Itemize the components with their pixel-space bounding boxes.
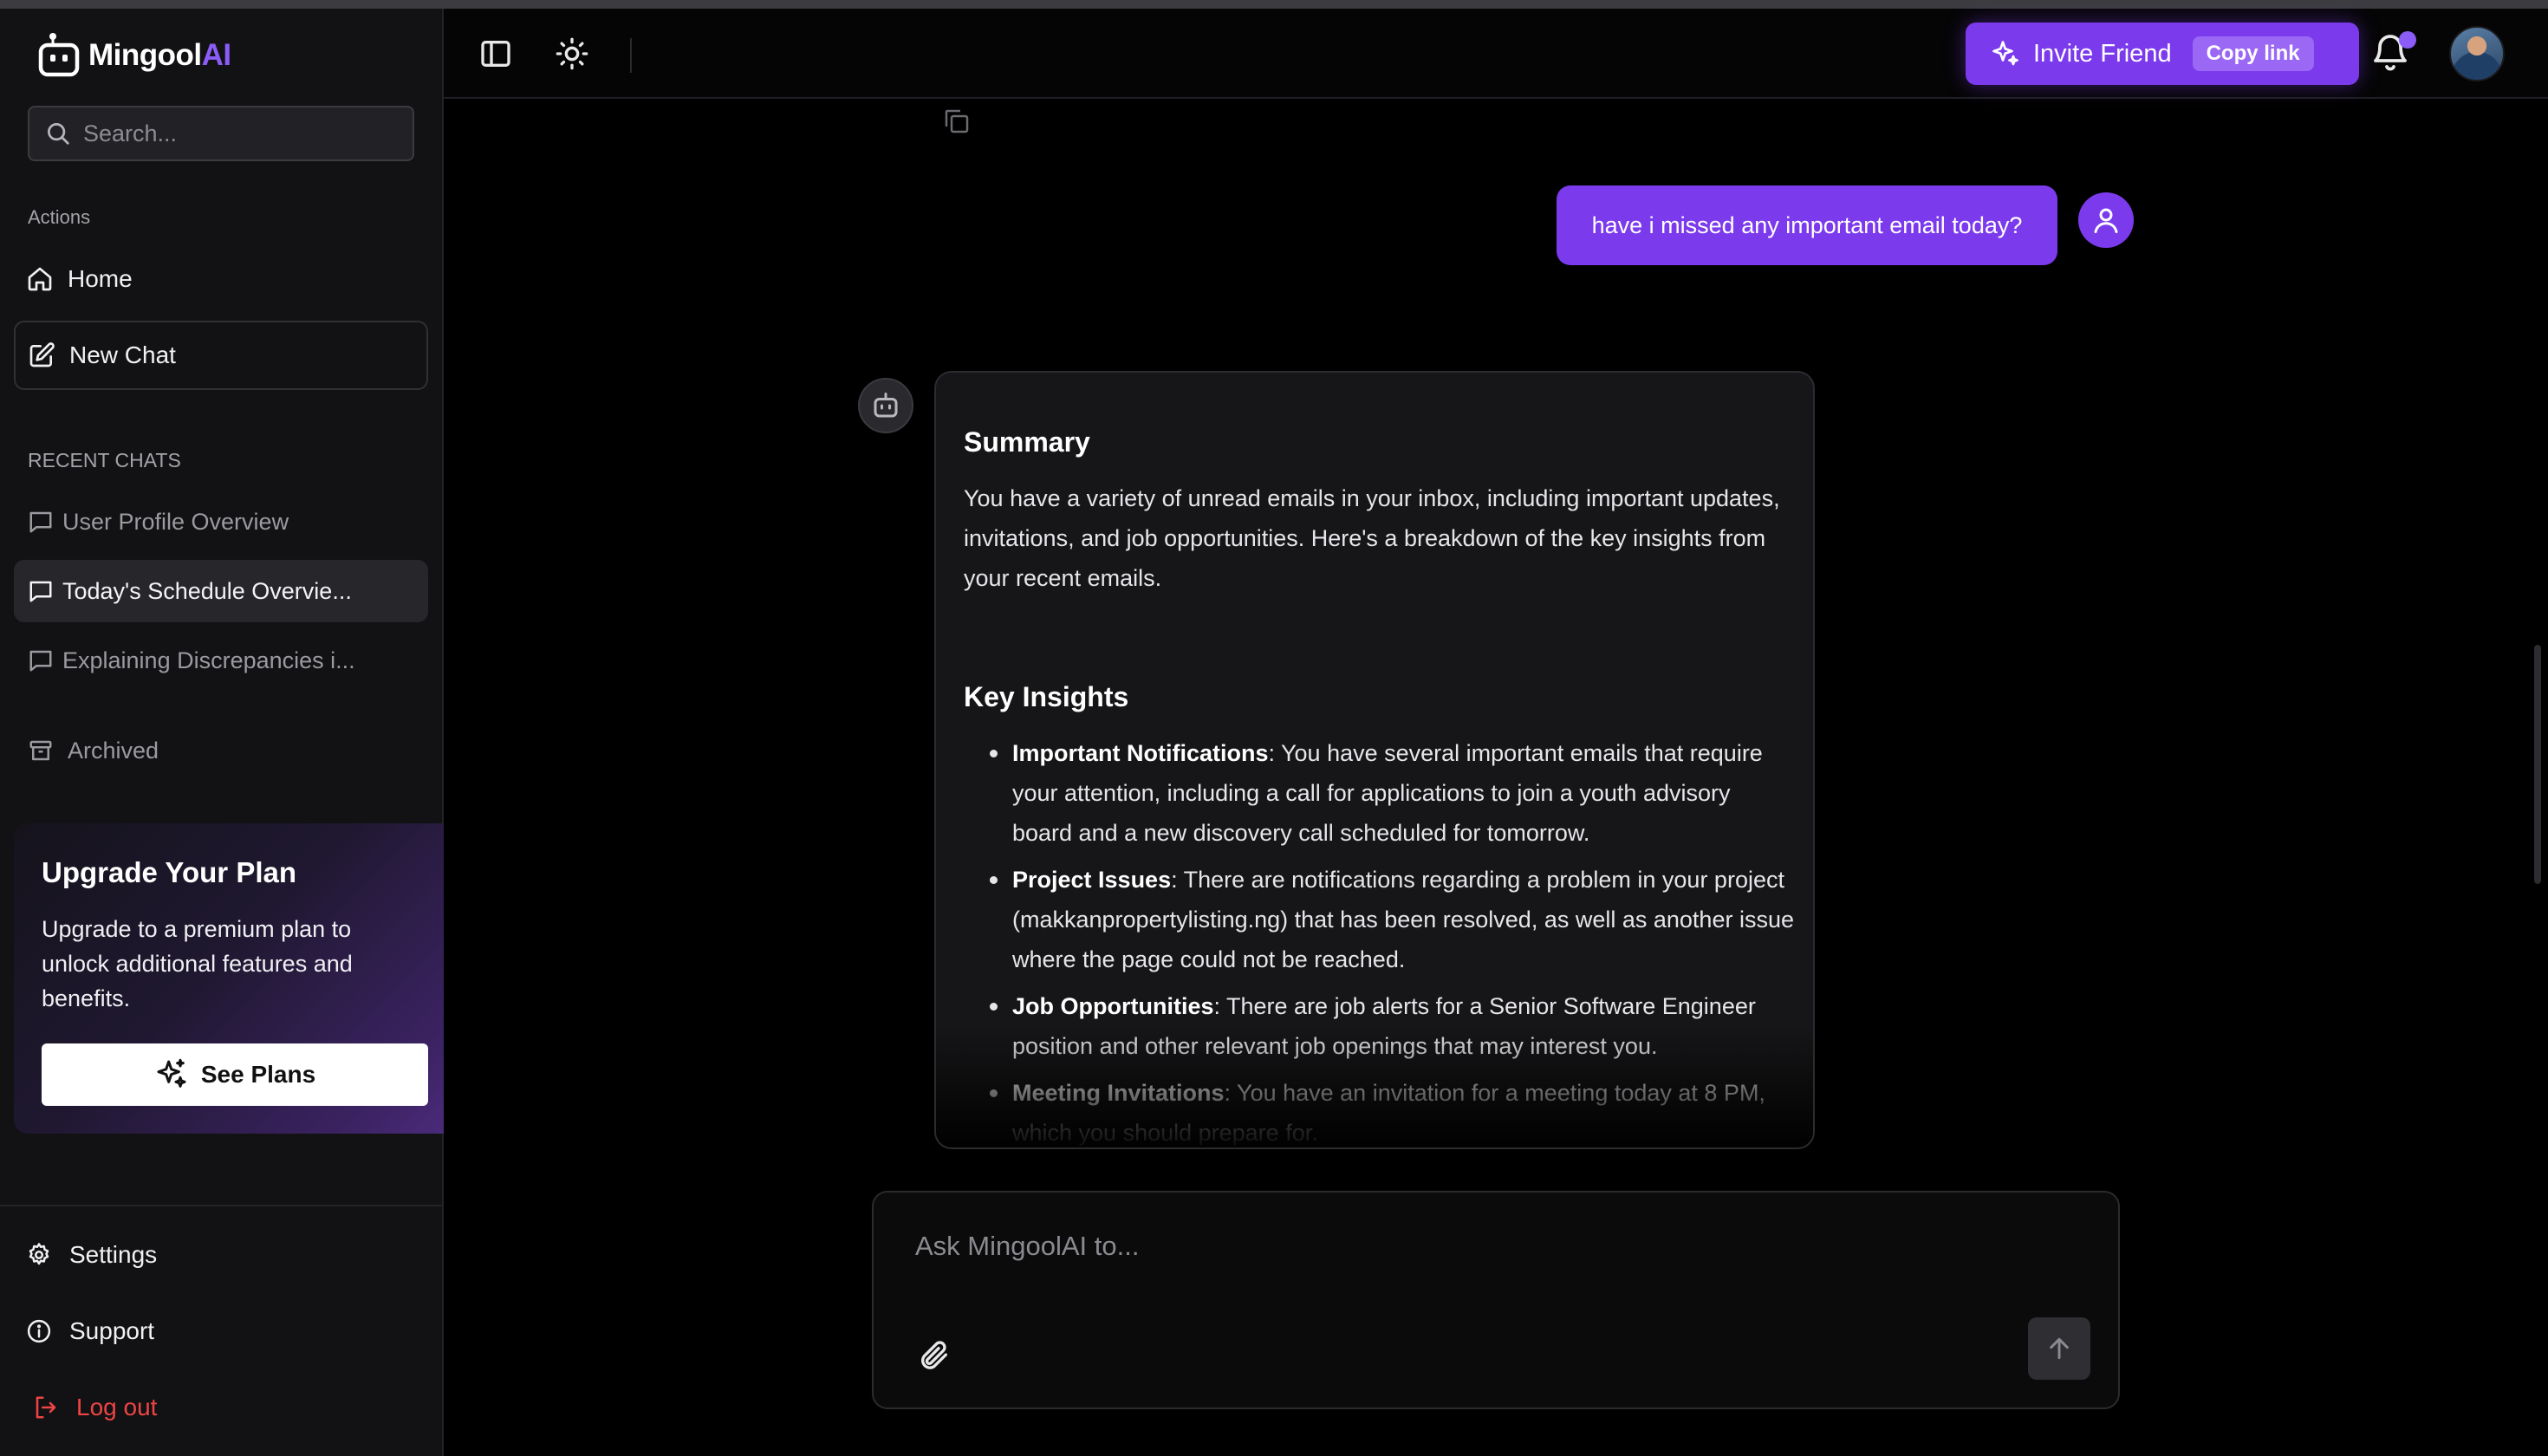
paperclip-icon	[921, 1341, 947, 1369]
summary-text: You have a variety of unread emails in y…	[964, 485, 1780, 591]
sidebar: MingoolAI Actions Home New Chat RECENT C…	[0, 9, 444, 1456]
search-input[interactable]	[83, 120, 395, 147]
sparkles-icon	[1992, 41, 2018, 66]
chat-bubble-icon	[29, 581, 52, 602]
search-box[interactable]	[28, 106, 414, 161]
archive-icon	[29, 740, 52, 761]
send-button[interactable]	[2028, 1317, 2090, 1380]
message-composer	[872, 1191, 2120, 1409]
list-item: Important Notifications: You have severa…	[964, 733, 1796, 853]
recent-chat-item[interactable]: User Profile Overview	[14, 491, 428, 553]
robot-icon	[874, 393, 898, 418]
copy-icon[interactable]	[941, 107, 976, 139]
scrollbar-thumb[interactable]	[2534, 645, 2541, 884]
theme-toggle-button[interactable]	[553, 35, 591, 73]
sidebar-toggle-icon	[481, 41, 510, 67]
arrow-up-icon	[2050, 1337, 2069, 1360]
user-avatar[interactable]	[2449, 26, 2505, 81]
logout-link[interactable]: Log out	[33, 1381, 157, 1433]
user-icon	[2094, 208, 2118, 233]
sidebar-item-label: New Chat	[69, 341, 176, 368]
user-message-bubble: have i missed any important email today?	[1557, 185, 2057, 265]
attach-file-button[interactable]	[912, 1333, 957, 1378]
toggle-sidebar-button[interactable]	[477, 35, 515, 73]
robot-logo-icon	[38, 33, 80, 77]
app-logo[interactable]: MingoolAI	[38, 28, 231, 83]
logout-label: Log out	[76, 1394, 158, 1420]
chat-bubble-icon	[29, 650, 52, 672]
chat-bubble-icon	[29, 511, 52, 533]
gear-icon	[29, 1243, 49, 1265]
sun-icon	[556, 37, 588, 70]
upgrade-title: Upgrade Your Plan	[42, 856, 297, 888]
toolbar-divider	[630, 38, 632, 73]
user-message-text: have i missed any important email today?	[1591, 211, 2023, 238]
invite-friend-label: Invite Friend	[2033, 39, 2172, 68]
new-chat-button[interactable]: New Chat	[14, 321, 428, 390]
key-insights-heading: Key Insights	[964, 681, 1129, 712]
actions-section-label: Actions	[28, 206, 91, 228]
upgrade-description: Upgrade to a premium plan to unlock addi…	[42, 916, 353, 1011]
recent-chat-item[interactable]: Today's Schedule Overvie...	[14, 560, 428, 622]
invite-friend-button[interactable]: Invite Friend Copy link	[1966, 23, 2359, 85]
support-label: Support	[69, 1317, 155, 1344]
brand-name: MingoolAI	[88, 38, 231, 72]
key-insights-list: Important Notifications: You have severa…	[964, 733, 1796, 1147]
sidebar-item-home[interactable]: Home	[14, 244, 428, 314]
top-bar: Invite Friend Copy link	[444, 9, 2548, 99]
copy-link-button[interactable]: Copy link	[2192, 36, 2314, 71]
upgrade-plan-card: Upgrade Your Plan Upgrade to a premium p…	[14, 823, 444, 1134]
recent-chat-item[interactable]: Explaining Discrepancies i...	[14, 629, 428, 692]
archived-link[interactable]: Archived	[14, 719, 428, 782]
support-link[interactable]: Support	[26, 1305, 154, 1357]
settings-link[interactable]: Settings	[26, 1229, 157, 1281]
message-input[interactable]	[915, 1231, 2042, 1283]
notifications-button[interactable]	[2369, 31, 2418, 80]
list-item: Project Issues: There are notifications …	[964, 860, 1796, 979]
notification-dot	[2399, 31, 2416, 49]
search-icon	[48, 123, 69, 145]
recent-chat-label: Today's Schedule Overvie...	[62, 577, 352, 604]
see-plans-button[interactable]: See Plans	[42, 1043, 428, 1106]
see-plans-label: See Plans	[200, 1061, 316, 1088]
summary-heading: Summary	[964, 426, 1090, 458]
sparkles-icon	[157, 1058, 186, 1088]
recent-chat-label: User Profile Overview	[62, 508, 289, 535]
settings-label: Settings	[69, 1241, 158, 1268]
list-item: Job Opportunities: There are job alerts …	[964, 986, 1796, 1066]
assistant-message-card: Summary You have a variety of unread ema…	[934, 371, 1815, 1149]
sidebar-item-label: Home	[68, 265, 133, 292]
window-top-strip	[0, 0, 2548, 9]
sidebar-divider	[0, 1205, 442, 1206]
user-message-avatar	[2078, 192, 2134, 248]
info-icon	[27, 1319, 51, 1343]
logout-icon	[36, 1396, 56, 1419]
edit-icon	[29, 342, 55, 367]
assistant-avatar	[858, 378, 913, 433]
home-icon	[28, 267, 52, 291]
recent-chats-label: RECENT CHATS	[28, 449, 181, 471]
archived-label: Archived	[68, 737, 159, 764]
list-item: Meeting Invitations: You have an invitat…	[964, 1073, 1796, 1147]
recent-chat-label: Explaining Discrepancies i...	[62, 647, 355, 673]
